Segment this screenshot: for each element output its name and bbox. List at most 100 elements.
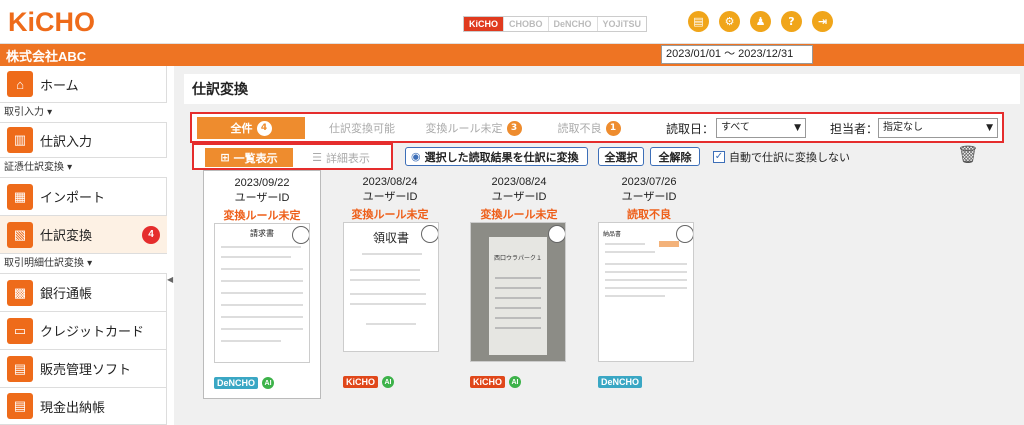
sidebar-section-entry[interactable]: 取引入力 ▾ bbox=[0, 103, 167, 123]
grid-icon: ⊞ bbox=[220, 151, 230, 164]
import-icon: ▦ bbox=[7, 183, 33, 210]
sidebar-item-label: 仕訳変換 bbox=[40, 228, 93, 243]
sidebar-item-journal[interactable]: ▥ 仕訳入力 bbox=[0, 123, 167, 158]
owner-label: 担当者： bbox=[830, 122, 879, 136]
owner-select[interactable]: 指定なし ▼ bbox=[878, 118, 998, 138]
card-date: 2023/07/26 bbox=[621, 176, 677, 188]
document-card[interactable]: 2023/07/26 ユーザーID 読取不良 納品書 DeNCHO bbox=[590, 170, 708, 388]
chevron-down-icon: ▼ bbox=[986, 123, 993, 133]
sidebar-item-label: 販売管理ソフト bbox=[40, 362, 132, 377]
help-icon[interactable]: ? bbox=[781, 11, 802, 32]
document-icon[interactable]: ▤ bbox=[688, 11, 709, 32]
sidebar-collapse-icon[interactable]: ◀ bbox=[167, 275, 173, 289]
auto-convert-checkbox[interactable]: ✓ 自動で仕訳に変換しない bbox=[713, 149, 850, 165]
book-icon: ▥ bbox=[7, 127, 33, 153]
document-thumbnail[interactable]: 西口ウラパーク１ bbox=[470, 222, 566, 362]
sidebar-item-home[interactable]: ⌂ ホーム bbox=[0, 66, 167, 103]
company-bar bbox=[0, 44, 1024, 66]
sidebar-item-label: インポート bbox=[40, 190, 106, 205]
document-card[interactable]: 2023/09/22 ユーザーID 変換ルール未定 請求書 DeNCHO AI bbox=[203, 170, 321, 399]
tab-all[interactable]: 全件 4 bbox=[197, 117, 305, 139]
read-date-label: 読取日： bbox=[666, 122, 715, 136]
product-switcher: KiCHO CHOBO DeNCHO YOJiTSU bbox=[463, 16, 648, 32]
cashbook-icon: ▤ bbox=[7, 393, 33, 419]
filter-bar: 全件 4 仕訳変換可能 変換ルール未定 3 読取不良 1 読取日： すべて ▼ … bbox=[190, 112, 1004, 143]
ai-tag: AI bbox=[509, 376, 521, 388]
sidebar-item-label: 現金出納帳 bbox=[40, 399, 106, 415]
sidebar-item-label: 銀行通帳 bbox=[40, 286, 93, 301]
convert-icon: ▧ bbox=[7, 221, 33, 248]
home-icon: ⌂ bbox=[7, 71, 33, 97]
card-tags: KiCHO AI bbox=[470, 376, 521, 388]
select-circle[interactable] bbox=[292, 226, 309, 244]
card-date: 2023/09/22 bbox=[234, 177, 290, 189]
document-card[interactable]: 2023/08/24 ユーザーID 変換ルール未定 領収書 KiCHO AI bbox=[331, 170, 449, 388]
product-chobo[interactable]: CHOBO bbox=[504, 17, 549, 31]
document-thumbnail[interactable]: 請求書 bbox=[214, 223, 310, 363]
sidebar-section-statement[interactable]: 取引明細仕訳変換 ▾ bbox=[0, 254, 167, 274]
tab-convertible[interactable]: 仕訳変換可能 bbox=[308, 117, 416, 139]
select-circle[interactable] bbox=[548, 225, 565, 243]
sidebar-item-label: 仕訳入力 bbox=[40, 133, 93, 149]
convert-selected-button[interactable]: ◉ 選択した読取結果を仕訳に変換 bbox=[405, 147, 588, 166]
select-circle[interactable] bbox=[676, 225, 693, 243]
card-status: 変換ルール未定 bbox=[351, 208, 429, 221]
select-circle[interactable] bbox=[421, 225, 438, 243]
card-status: 変換ルール未定 bbox=[223, 209, 301, 222]
top-header: KiCHO KiCHO CHOBO DeNCHO YOJiTSU ▤ ⚙ ♟ ?… bbox=[0, 0, 1024, 44]
card-status: 読取不良 bbox=[627, 208, 671, 221]
date-range-field[interactable]: 2023/01/01 〜 2023/12/31 bbox=[661, 45, 813, 64]
deselect-all-button[interactable]: 全解除 bbox=[650, 147, 700, 166]
card-date: 2023/08/24 bbox=[491, 176, 547, 188]
ai-tag: AI bbox=[382, 376, 394, 388]
tab-count: 3 bbox=[506, 120, 522, 136]
card-tags: DeNCHO bbox=[598, 376, 643, 388]
card-user: ユーザーID bbox=[362, 191, 418, 203]
sidebar-item-import[interactable]: ▦ インポート bbox=[0, 178, 167, 216]
user-icon[interactable]: ♟ bbox=[750, 11, 771, 32]
dencho-tag: DeNCHO bbox=[598, 376, 643, 388]
list-view-button[interactable]: ⊞ 一覧表示 bbox=[205, 148, 293, 167]
read-date-select[interactable]: すべて ▼ bbox=[716, 118, 806, 138]
trash-icon[interactable]: 🗑 bbox=[957, 145, 979, 165]
detail-view-button[interactable]: ☰ 詳細表示 bbox=[297, 148, 385, 167]
card-status: 変換ルール未定 bbox=[480, 208, 558, 221]
sidebar-item-convert[interactable]: ▧ 仕訳変換 4 bbox=[0, 216, 167, 254]
sidebar: ⌂ ホーム 取引入力 ▾ ▥ 仕訳入力 証憑仕訳変換 ▾ ▦ インポート ▧ 仕… bbox=[0, 66, 167, 425]
document-card[interactable]: 2023/08/24 ユーザーID 変換ルール未定 西口ウラパーク１ KiCHO… bbox=[460, 170, 578, 388]
document-thumbnail[interactable]: 領収書 bbox=[343, 222, 439, 352]
sidebar-section-voucher[interactable]: 証憑仕訳変換 ▾ bbox=[0, 158, 167, 178]
page-title: 仕訳変換 bbox=[184, 74, 1020, 104]
kicho-tag: KiCHO bbox=[343, 376, 378, 388]
card-tags: DeNCHO AI bbox=[214, 377, 275, 389]
convert-icon: ◉ bbox=[411, 150, 421, 163]
product-dencho[interactable]: DeNCHO bbox=[548, 17, 598, 31]
chevron-down-icon: ▼ bbox=[794, 123, 801, 133]
product-yojitsu[interactable]: YOJiTSU bbox=[597, 17, 647, 31]
card-user: ユーザーID bbox=[234, 192, 290, 204]
app-logo: KiCHO bbox=[8, 7, 95, 37]
product-kicho[interactable]: KiCHO bbox=[464, 17, 504, 31]
card-date: 2023/08/24 bbox=[362, 176, 418, 188]
sidebar-item-credit[interactable]: ▭ クレジットカード bbox=[0, 312, 167, 350]
settings-icon[interactable]: ⚙ bbox=[719, 11, 740, 32]
document-thumbnail[interactable]: 納品書 bbox=[598, 222, 694, 362]
view-toggle: ⊞ 一覧表示 ☰ 詳細表示 bbox=[192, 143, 393, 170]
convert-count-badge: 4 bbox=[142, 225, 160, 244]
logout-icon[interactable]: ⇥ bbox=[812, 11, 833, 32]
checkbox-icon: ✓ bbox=[713, 151, 725, 163]
sidebar-item-sales[interactable]: ▤ 販売管理ソフト bbox=[0, 350, 167, 388]
list-icon: ☰ bbox=[312, 151, 322, 164]
tab-read-error[interactable]: 読取不良 1 bbox=[535, 117, 643, 139]
tab-rule-undecided[interactable]: 変換ルール未定 3 bbox=[416, 117, 531, 139]
card-tags: KiCHO AI bbox=[343, 376, 394, 388]
kicho-tag: KiCHO bbox=[470, 376, 505, 388]
card-user: ユーザーID bbox=[491, 191, 547, 203]
select-all-button[interactable]: 全選択 bbox=[598, 147, 644, 166]
header-icons: ▤ ⚙ ♟ ? ⇥ bbox=[688, 11, 833, 32]
sidebar-item-cash[interactable]: ▤ 現金出納帳 bbox=[0, 388, 167, 425]
sidebar-item-bank[interactable]: ▩ 銀行通帳 bbox=[0, 274, 167, 312]
ai-tag: AI bbox=[262, 377, 275, 389]
card-user: ユーザーID bbox=[621, 191, 677, 203]
sidebar-item-label: クレジットカード bbox=[40, 324, 145, 339]
